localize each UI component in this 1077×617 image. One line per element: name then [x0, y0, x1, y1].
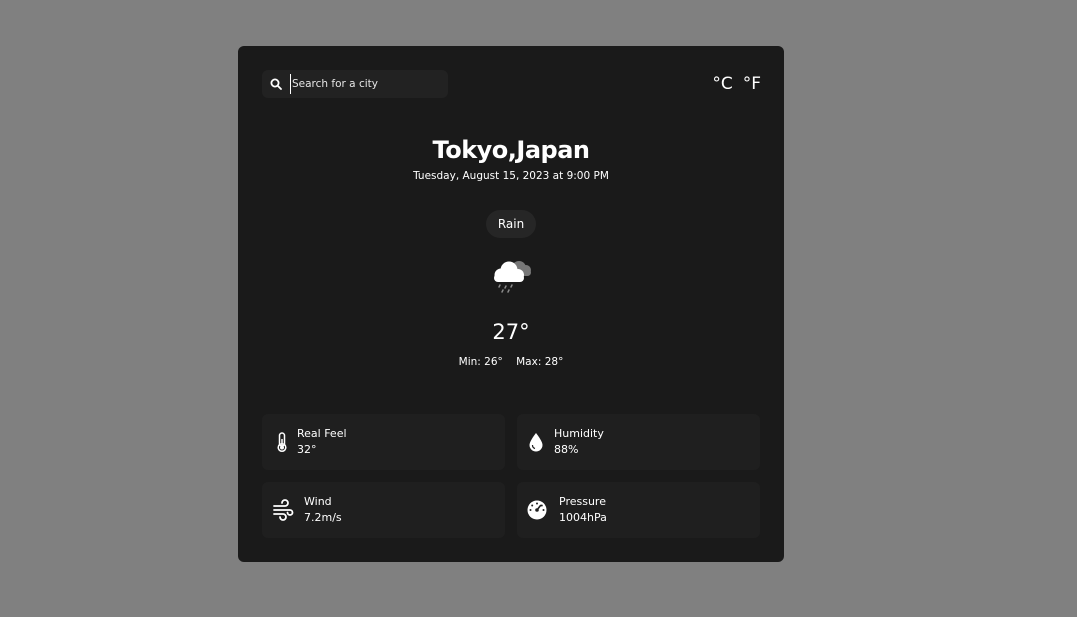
fahrenheit-button[interactable]: °F [743, 74, 761, 94]
wind-icon [273, 499, 294, 521]
real-feel-value: 32° [297, 443, 317, 456]
humidity-value: 88% [554, 443, 579, 456]
pressure-value: 1004hPa [559, 511, 607, 524]
wind-value: 7.2m/s [304, 511, 342, 524]
wind-tile: Wind 7.2m/s [262, 482, 505, 538]
search-box[interactable] [262, 70, 448, 98]
pressure-tile: Pressure 1004hPa [517, 482, 760, 538]
search-icon[interactable] [270, 78, 282, 90]
humidity-label: Humidity [554, 427, 604, 440]
wind-label: Wind [304, 495, 332, 508]
humidity-tile: Humidity 88% [517, 414, 760, 470]
gauge-icon [527, 500, 547, 520]
weather-card: °C °F Tokyo,Japan Tuesday, August 15, 20… [238, 46, 784, 562]
search-input[interactable] [290, 74, 442, 94]
min-temperature: Min: 26° [458, 356, 503, 368]
unit-toggle: °C °F [712, 74, 761, 94]
min-max-temperature: Min: 26° Max: 28° [238, 356, 784, 368]
pressure-label: Pressure [559, 495, 606, 508]
city-name: Tokyo,Japan [432, 136, 590, 164]
date-time: Tuesday, August 15, 2023 at 9:00 PM [413, 170, 609, 182]
real-feel-tile: Real Feel 32° [262, 414, 505, 470]
real-feel-label: Real Feel [297, 427, 347, 440]
celsius-button[interactable]: °C [712, 74, 732, 94]
droplet-icon [529, 433, 543, 452]
rain-cloud-icon [494, 261, 531, 293]
max-temperature: Max: 28° [516, 356, 564, 368]
current-temperature: 27° [492, 320, 530, 344]
weather-condition-badge: Rain [486, 210, 536, 238]
thermometer-icon [277, 432, 287, 453]
